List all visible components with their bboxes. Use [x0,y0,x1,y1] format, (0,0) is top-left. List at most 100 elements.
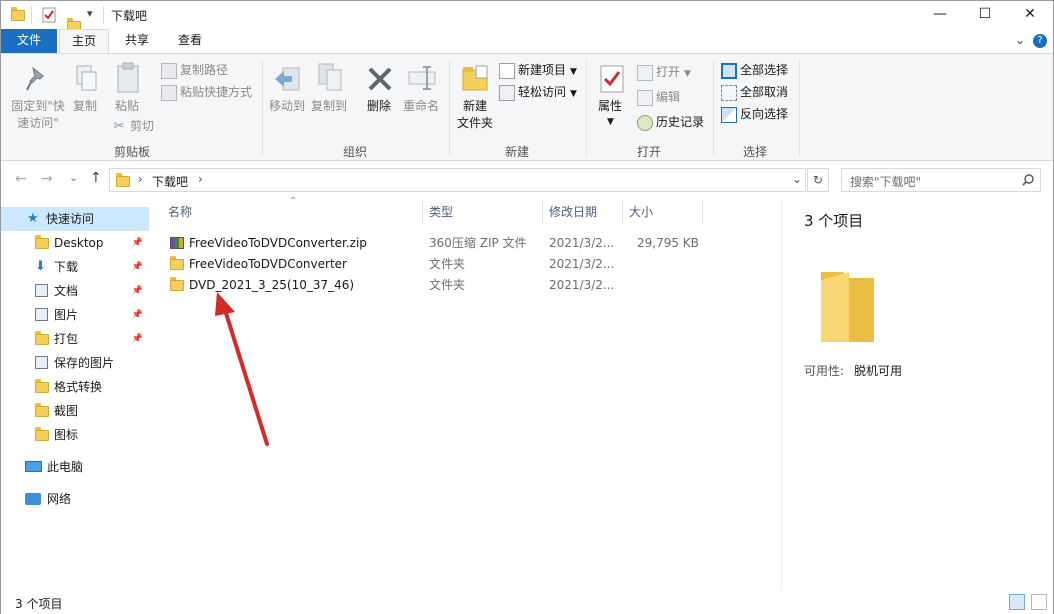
large-icons-view-toggle[interactable] [1031,594,1047,610]
minimize-button[interactable]: — [917,1,963,29]
nav-item[interactable]: 图标 [1,423,149,447]
column-header-name[interactable]: 名称 [168,203,192,220]
rename-icon [408,66,436,90]
nav-item[interactable]: 文档 📌 [1,279,149,303]
move-to-button[interactable]: 移动到 [269,98,305,114]
column-divider[interactable] [422,200,423,224]
window-title: 下载吧 [111,9,148,23]
file-name: FreeVideoToDVDConverter [189,257,347,271]
address-dropdown-button[interactable]: ⌄ [792,172,802,186]
delete-button[interactable]: 删除 [367,98,391,114]
new-folder-icon [462,65,488,91]
column-header-size[interactable]: 大小 [629,203,653,220]
pin-icon: 📌 [131,334,143,344]
folder-icon[interactable] [11,7,25,21]
properties-dropdown-icon[interactable]: ▼ [607,114,614,130]
up-button[interactable]: ↑ [90,170,102,186]
title-bar: ▾ 下载吧 — ☐ ✕ [1,1,1053,32]
paste-button[interactable]: 粘贴 [115,98,139,114]
address-bar[interactable]: › 下载吧 › ⌄ [109,168,806,192]
column-divider[interactable] [702,200,703,224]
file-size: 29,795 KB [637,236,699,250]
close-button[interactable]: ✕ [1007,1,1053,29]
group-divider [449,60,450,156]
folder-icon [170,256,184,270]
pin-label-line1: 固定到"快 [11,99,65,113]
move-to-icon [275,67,300,91]
open-icon [637,64,653,81]
tab-view[interactable]: 查看 [165,29,215,53]
nav-item[interactable]: 截图 [1,399,149,423]
nav-item[interactable]: 图片 📌 [1,303,149,327]
pin-icon: 📌 [131,262,143,272]
easy-access-button[interactable]: 轻松访问 ▼ [499,84,577,102]
column-divider[interactable] [542,200,543,224]
properties-button[interactable]: 属性 [598,98,622,114]
nav-network[interactable]: 网络 [1,487,149,511]
tab-file[interactable]: 文件 [1,29,57,53]
help-button[interactable]: ? [1033,34,1047,48]
copy-to-button[interactable]: 复制到 [311,98,347,114]
nav-item[interactable]: 保存的图片 [1,351,149,375]
invert-selection-button[interactable]: 反向选择 [721,106,788,123]
computer-icon [25,461,42,472]
file-date: 2021/3/2... [549,278,615,292]
tab-home[interactable]: 主页 [59,29,109,54]
tab-share[interactable]: 共享 [113,29,161,53]
properties-check-icon[interactable] [42,7,56,23]
file-type: 文件夹 [429,257,466,271]
select-none-button[interactable]: 全部取消 [721,84,788,101]
forward-button[interactable]: → [41,171,53,187]
folder-icon [35,427,49,441]
select-all-button[interactable]: 全部选择 [721,62,788,79]
zip-archive-icon [170,237,184,249]
file-row[interactable]: FreeVideoToDVDConverter.zip 360压缩 ZIP 文件 2… [166,233,716,253]
details-view-toggle[interactable] [1009,594,1025,610]
nav-item[interactable]: ⬇ 下载 📌 [1,255,149,279]
new-group-label: 新建 [504,145,529,159]
column-header-type[interactable]: 类型 [429,203,453,220]
new-item-button[interactable]: 新建项目 ▼ [499,62,577,80]
nav-quick-access-label: 快速访问 [46,212,95,226]
copy-button[interactable]: 复制 [73,98,97,114]
open-group-label: 打开 [636,145,661,159]
nav-item[interactable]: Desktop 📌 [1,231,149,255]
customize-toolbar-dropdown[interactable]: ▾ [87,7,93,23]
edit-button[interactable]: 编辑 [637,89,680,106]
copy-path-button[interactable]: 复制路径 [161,62,228,79]
edit-icon [637,89,653,106]
file-date: 2021/3/2... [549,236,615,250]
maximize-button[interactable]: ☐ [962,1,1008,29]
ribbon-expand-button[interactable]: ⌄ [1015,33,1025,47]
new-folder-button[interactable]: 新建 文件夹 [455,98,495,132]
rename-button[interactable]: 重命名 [403,98,439,114]
back-button[interactable]: ← [15,171,27,187]
cut-button[interactable]: ✂ 剪切 [111,118,154,135]
ribbon: 固定到"快 速访问" 复制 粘贴 复制路径 粘贴快捷方式 ✂ 剪切 剪贴板 移动到 [1,53,1053,161]
paste-shortcut-icon [161,84,177,101]
pin-quick-access-button[interactable]: 固定到"快 速访问" [9,98,67,132]
column-divider[interactable] [622,200,623,224]
breadcrumb-separator: › [198,172,203,186]
nav-item[interactable]: 格式转换 [1,375,149,399]
paste-shortcut-button[interactable]: 粘贴快捷方式 [161,84,252,101]
picture-icon [35,356,48,369]
file-row[interactable]: FreeVideoToDVDConverter 文件夹 2021/3/2... [166,254,716,274]
open-button[interactable]: 打开 ▼ [637,64,691,82]
folder-icon [35,379,49,393]
nav-item[interactable]: 打包 📌 [1,327,149,351]
refresh-button[interactable]: ↻ [807,168,829,192]
history-button[interactable]: 历史记录 [637,114,704,131]
breadcrumb-separator: › [138,172,143,186]
nav-this-pc[interactable]: 此电脑 [1,455,149,479]
select-none-icon [721,84,737,101]
nav-quick-access[interactable]: ★ 快速访问 [1,207,149,231]
search-input[interactable]: 搜索"下载吧" [841,168,1041,192]
column-header-date[interactable]: 修改日期 [549,203,597,220]
recent-locations-button[interactable]: ⌄ [69,171,78,184]
breadcrumb-current[interactable]: 下载吧 [152,173,188,190]
file-type: 文件夹 [429,278,466,292]
network-icon [25,493,41,505]
delete-x-icon [368,67,392,91]
folder-icon [35,403,49,417]
